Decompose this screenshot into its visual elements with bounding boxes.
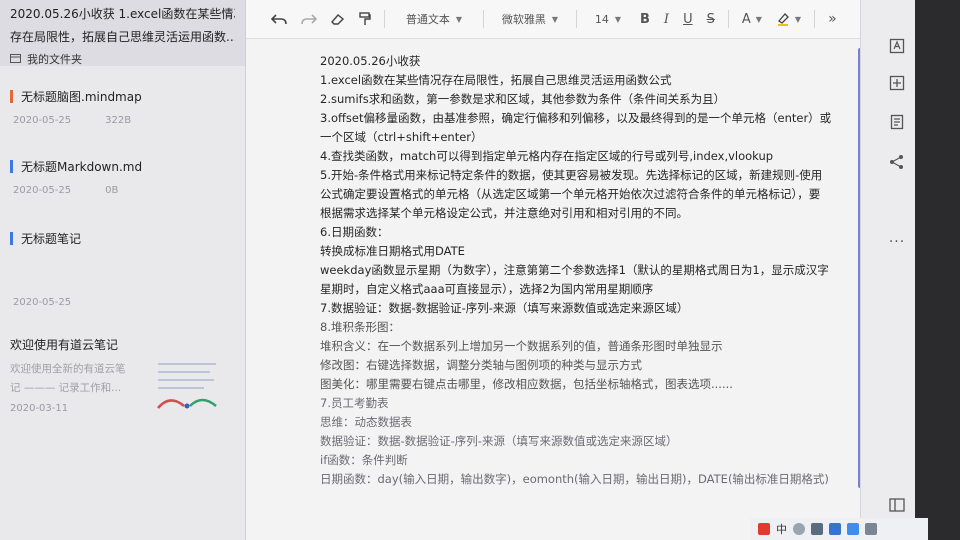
note-item-mindmap[interactable]: 无标题脑图.mindmap 2020-05-25 322B (0, 88, 245, 126)
system-tray: 中 (750, 518, 928, 540)
format-painter-icon[interactable] (352, 7, 378, 31)
font-size-value: 14 (594, 12, 609, 26)
note-line: 7.员工考勤表 (320, 396, 389, 410)
folder-name: 我的文件夹 (27, 53, 82, 66)
add-icon[interactable] (887, 73, 907, 93)
paragraph-style-value: 普通文本 (405, 13, 450, 26)
moon-icon[interactable] (793, 523, 805, 535)
note-line: 思维：动态数据表 (320, 415, 412, 429)
note-list-sidebar: 2020.05.26小收获 1.excel函数在某些情况 存在局限性，拓展自己思… (0, 0, 246, 540)
note-line: if函数：条件判断 (320, 453, 408, 467)
folder-icon (10, 53, 21, 66)
note-line: 2020.05.26小收获 (320, 54, 421, 68)
underline-button[interactable]: U (676, 7, 700, 31)
note-date: 2020-05-25 (13, 297, 72, 308)
font-family-value: 微软雅黑 (501, 13, 546, 26)
note-title: 无标题Markdown.md (21, 160, 143, 174)
shirt-icon[interactable] (847, 523, 859, 535)
share-icon[interactable] (887, 152, 907, 172)
note-folder[interactable]: 我的文件夹 (10, 51, 235, 67)
note-line: 星期时，自定义格式aaa可直接显示），选择2为国内常用星期顺序 (320, 282, 654, 296)
note-line: 转换成标准日期格式用DATE (320, 244, 465, 258)
toolbar-divider (814, 10, 816, 28)
note-item-untitled[interactable]: 无标题笔记 2020-05-25 (0, 230, 245, 308)
note-content[interactable]: 2020.05.26小收获 1.excel函数在某些情况存在局限性，拓展自己思维灵… (320, 52, 840, 489)
note-line: 5.开始-条件格式用来标记特定条件的数据，使其更容易被发现。先选择标记的区域，新… (320, 168, 823, 182)
more-tools-button[interactable]: » (821, 7, 844, 31)
note-line: 图美化：哪里需要右键点击哪里，修改相应数据，包括坐标轴格式，图表选项...... (320, 377, 733, 391)
chevron-down-icon: ▼ (794, 14, 802, 24)
eraser-icon[interactable] (324, 7, 352, 31)
outline-icon[interactable] (887, 112, 907, 132)
note-title: 欢迎使用有道云笔记 (10, 338, 119, 352)
note-line: 8.堆积条形图： (320, 320, 400, 334)
highlight-button[interactable]: ▼ (769, 7, 808, 31)
note-title: 无标题笔记 (21, 232, 82, 246)
markdown-icon (10, 160, 13, 173)
note-title-line1: 2020.05.26小收获 1.excel函数在某些情况 (10, 7, 235, 21)
grid-icon[interactable] (865, 523, 877, 535)
font-color-button[interactable]: A ▼ (735, 7, 769, 31)
note-size: 322B (105, 115, 132, 126)
note-size: 0B (105, 185, 119, 196)
note-title-line2: 存在局限性，拓展自己思维灵活运用函数... (10, 30, 235, 44)
note-line: 日期函数：day(输入日期，输出数字)，eomonth(输入日期，输出日期)，D… (320, 472, 829, 486)
toolbar-divider (576, 10, 577, 28)
note-line: 公式确定要设置格式的单元格（从选定区域第一个单元格开始依次过滤符合条件的单元格标… (320, 187, 821, 201)
toolbar-divider (727, 10, 729, 28)
note-line: 2.sumifs求和函数，第一参数是求和区域，其他参数为条件（条件间关系为且） (320, 92, 726, 106)
note-editor: 普通文本 ▼ 微软雅黑 ▼ 14 ▼ B I U S A ▼ ▼ » 2020.05.2… (246, 0, 863, 540)
note-icon (10, 232, 13, 245)
paragraph-style-select[interactable]: 普通文本 ▼ (391, 7, 477, 31)
font-size-select[interactable]: 14 ▼ (583, 7, 633, 31)
panel-icon[interactable] (887, 495, 907, 515)
note-line: 3.offset偏移量函数，由基准参照，确定行偏移和列偏移，以及最终得到的是一个… (320, 111, 832, 125)
italic-button[interactable]: I (657, 7, 676, 31)
chevron-down-icon: ▼ (614, 14, 622, 24)
note-line: 7.数据验证：数据-数据验证-序列-来源（填写来源数值或选定来源区域） (320, 301, 689, 315)
keyboard-icon[interactable] (811, 523, 823, 535)
microphone-icon[interactable] (829, 523, 841, 535)
note-line: 数据验证：数据-数据验证-序列-来源（填写来源数值或选定来源区域） (320, 434, 678, 448)
note-title: 无标题脑图.mindmap (21, 90, 142, 104)
chevron-down-icon: ▼ (755, 14, 762, 24)
screen-edge (915, 0, 960, 540)
note-line: 6.日期函数： (320, 225, 389, 239)
font-family-select[interactable]: 微软雅黑 ▼ (490, 7, 570, 31)
chevron-down-icon: ▼ (551, 14, 559, 24)
ime-language[interactable]: 中 (776, 521, 787, 537)
redo-icon[interactable] (294, 7, 324, 31)
ime-logo-icon[interactable] (758, 523, 770, 535)
strikethrough-button[interactable]: S (700, 7, 722, 31)
note-line: weekday函数显示星期（为数字），注意第第二个参数选择1（默认的星期格式周日… (320, 263, 829, 277)
mindmap-icon (10, 90, 13, 103)
undo-icon[interactable] (264, 7, 294, 31)
toolbar-divider (384, 10, 385, 28)
chevron-down-icon: ▼ (455, 14, 463, 24)
note-thumbnail (154, 356, 224, 412)
note-line: 堆积含义：在一个数据系列上增加另一个数据系列的值，普通条形图时单独显示 (320, 339, 723, 353)
note-item-selected[interactable]: 2020.05.26小收获 1.excel函数在某些情况 存在局限性，拓展自己思… (0, 0, 245, 66)
bold-button[interactable]: B (633, 7, 657, 31)
note-line: 根据需求选择某个单元格设定公式，并注意绝对引用和相对引用的不同。 (320, 206, 688, 220)
more-icon[interactable]: ... (887, 228, 907, 248)
font-color-label: A (741, 11, 751, 27)
note-line: 一个区域（ctrl+shift+enter） (320, 130, 483, 144)
note-date: 2020-05-25 (13, 115, 72, 126)
note-date: 2020-05-25 (13, 185, 72, 196)
note-line: 1.excel函数在某些情况存在局限性，拓展自己思维灵活运用函数公式 (320, 73, 672, 87)
toolbar-divider (483, 10, 484, 28)
note-line: 4.查找类函数，match可以得到指定单元格内存在指定区域的行号或列号,inde… (320, 149, 774, 163)
editor-toolbar: 普通文本 ▼ 微软雅黑 ▼ 14 ▼ B I U S A ▼ ▼ » (246, 0, 860, 39)
note-line: 修改图：右键选择数据，调整分类轴与图例项的种类与显示方式 (320, 358, 642, 372)
note-item-markdown[interactable]: 无标题Markdown.md 2020-05-25 0B (0, 158, 245, 196)
layout-icon[interactable] (887, 36, 907, 56)
highlighter-icon (777, 13, 789, 26)
